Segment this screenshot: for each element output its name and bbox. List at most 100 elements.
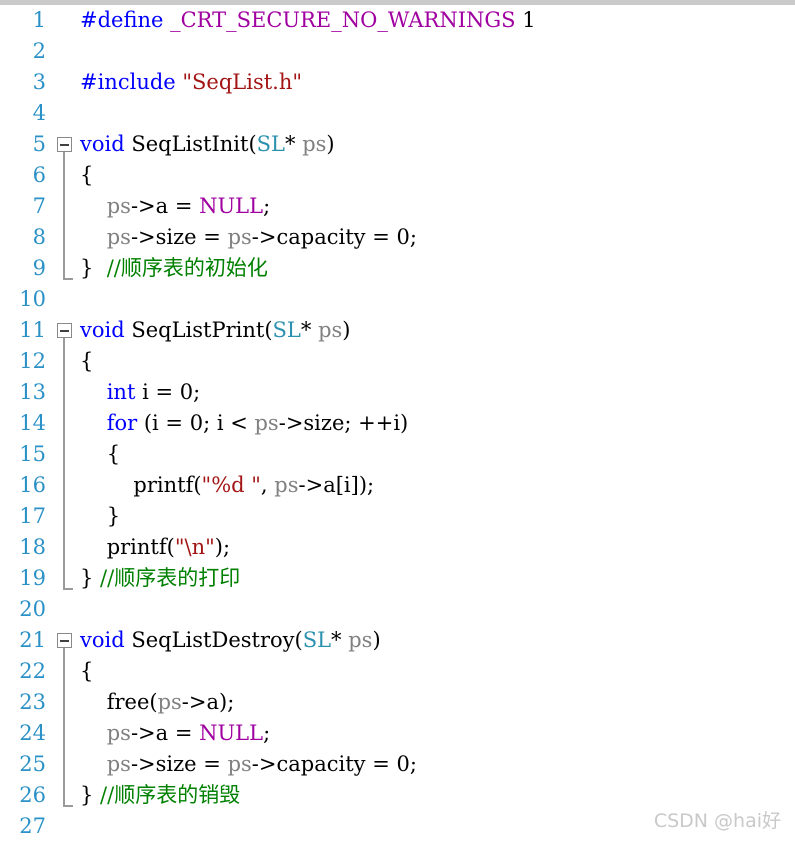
- code-token: ,: [260, 473, 275, 497]
- code-token: ->a =: [130, 721, 200, 745]
- code-token: ): [326, 132, 335, 156]
- line-number: 20: [19, 597, 46, 621]
- code-token: SeqListPrint(: [124, 318, 273, 342]
- code-token: }: [80, 256, 107, 280]
- code-line[interactable]: 15 {: [0, 439, 795, 470]
- code-token: {: [80, 349, 94, 373]
- code-line[interactable]: 21 void SeqListDestroy(SL* ps): [0, 625, 795, 656]
- code-token: ->size =: [130, 225, 228, 249]
- fold-guide-end: [63, 588, 73, 590]
- code-line-text: {: [80, 439, 120, 470]
- code-token: ->capacity = 0;: [251, 225, 417, 249]
- fold-collapse-icon[interactable]: [57, 137, 72, 152]
- code-line[interactable]: 2: [0, 36, 795, 67]
- code-token: ->capacity = 0;: [251, 752, 417, 776]
- line-number: 3: [32, 70, 46, 94]
- code-token: ;: [263, 721, 271, 745]
- fold-collapse-icon[interactable]: [57, 633, 72, 648]
- code-line[interactable]: 12 {: [0, 346, 795, 377]
- line-number: 25: [19, 752, 46, 776]
- code-token: void: [80, 318, 125, 342]
- fold-guide-line: [63, 563, 65, 589]
- line-number: 21: [19, 628, 46, 652]
- line-number: 18: [19, 535, 46, 559]
- code-token: ->size =: [130, 752, 228, 776]
- code-token: "SeqList.h": [182, 70, 303, 94]
- code-line-text: } //顺序表的初始化: [80, 253, 268, 284]
- line-number: 9: [32, 256, 46, 280]
- code-token: #include: [80, 70, 183, 94]
- code-line[interactable]: 7 ps->a = NULL;: [0, 191, 795, 222]
- code-token: }: [80, 504, 121, 528]
- code-line[interactable]: 1 #define _CRT_SECURE_NO_WARNINGS 1: [0, 5, 795, 36]
- code-line[interactable]: 5 void SeqListInit(SL* ps): [0, 129, 795, 160]
- fold-guide-line: [63, 338, 65, 346]
- code-line[interactable]: 4: [0, 98, 795, 129]
- fold-guide-line: [63, 160, 65, 191]
- line-number: 8: [32, 225, 46, 249]
- code-line[interactable]: 23 free(ps->a);: [0, 687, 795, 718]
- fold-guide-line: [63, 408, 65, 439]
- code-line[interactable]: 9 } //顺序表的初始化: [0, 253, 795, 284]
- code-lines-container[interactable]: 1 #define _CRT_SECURE_NO_WARNINGS 1 2 3 #inc…: [0, 5, 795, 842]
- line-number: 26: [19, 783, 46, 807]
- code-token: ps: [348, 628, 373, 652]
- code-line-text: ps->size = ps->capacity = 0;: [80, 749, 417, 780]
- code-token: void: [80, 132, 125, 156]
- code-token: *: [331, 628, 349, 652]
- code-token: NULL: [199, 194, 264, 218]
- code-token: #define: [80, 8, 171, 32]
- fold-collapse-icon[interactable]: [57, 323, 72, 338]
- code-token: }: [80, 783, 101, 807]
- code-line[interactable]: 3 #include "SeqList.h": [0, 67, 795, 98]
- code-line-text: int i = 0;: [80, 377, 200, 408]
- code-line-text: ps->a = NULL;: [80, 191, 270, 222]
- line-number: 1: [32, 8, 46, 32]
- code-line[interactable]: 13 int i = 0;: [0, 377, 795, 408]
- line-number: 13: [19, 380, 46, 404]
- code-token: ps: [318, 318, 343, 342]
- code-line[interactable]: 18 printf("\n");: [0, 532, 795, 563]
- code-token: SL: [302, 628, 332, 652]
- line-number: 17: [19, 504, 46, 528]
- code-line-text: {: [80, 656, 93, 687]
- code-token: //顺序表的打印: [100, 566, 241, 590]
- code-line[interactable]: 14 for (i = 0; i < ps->size; ++i): [0, 408, 795, 439]
- fold-guide-line: [63, 749, 65, 780]
- code-line[interactable]: 8 ps->size = ps->capacity = 0;: [0, 222, 795, 253]
- code-token: ->a[i]);: [298, 473, 375, 497]
- code-line-text: {: [80, 346, 93, 377]
- code-token: ->a =: [130, 194, 200, 218]
- code-line[interactable]: 6{: [0, 160, 795, 191]
- code-token: i = 0;: [135, 380, 201, 404]
- line-number: 4: [32, 101, 46, 125]
- code-line[interactable]: 25 ps->size = ps->capacity = 0;: [0, 749, 795, 780]
- code-line[interactable]: 16 printf("%d ", ps->a[i]);: [0, 470, 795, 501]
- code-line[interactable]: 11 void SeqListPrint(SL* ps): [0, 315, 795, 346]
- code-line[interactable]: 20: [0, 594, 795, 625]
- code-token: ps: [157, 690, 182, 714]
- fold-guide-line: [63, 439, 65, 470]
- fold-guide-line: [63, 532, 65, 563]
- code-line[interactable]: 10: [0, 284, 795, 315]
- code-token: }: [80, 566, 101, 590]
- code-token: ps: [106, 721, 131, 745]
- code-line[interactable]: 17 }: [0, 501, 795, 532]
- code-line[interactable]: 24 ps->a = NULL;: [0, 718, 795, 749]
- code-token: ): [342, 318, 351, 342]
- code-line[interactable]: 19} //顺序表的打印: [0, 563, 795, 594]
- code-token: SL: [272, 318, 301, 342]
- code-token: _CRT_SECURE_NO_WARNINGS: [170, 8, 516, 32]
- code-editor[interactable]: 1 #define _CRT_SECURE_NO_WARNINGS 1 2 3 #inc…: [0, 0, 795, 845]
- fold-guide-line: [63, 687, 65, 718]
- code-line-text: ps->a = NULL;: [80, 718, 270, 749]
- code-line-text: for (i = 0; i < ps->size; ++i): [80, 408, 409, 439]
- code-line[interactable]: 22 {: [0, 656, 795, 687]
- line-number: 7: [32, 194, 46, 218]
- fold-guide-line: [63, 780, 65, 806]
- line-number: 10: [19, 287, 46, 311]
- code-line-text: printf("\n");: [80, 532, 230, 563]
